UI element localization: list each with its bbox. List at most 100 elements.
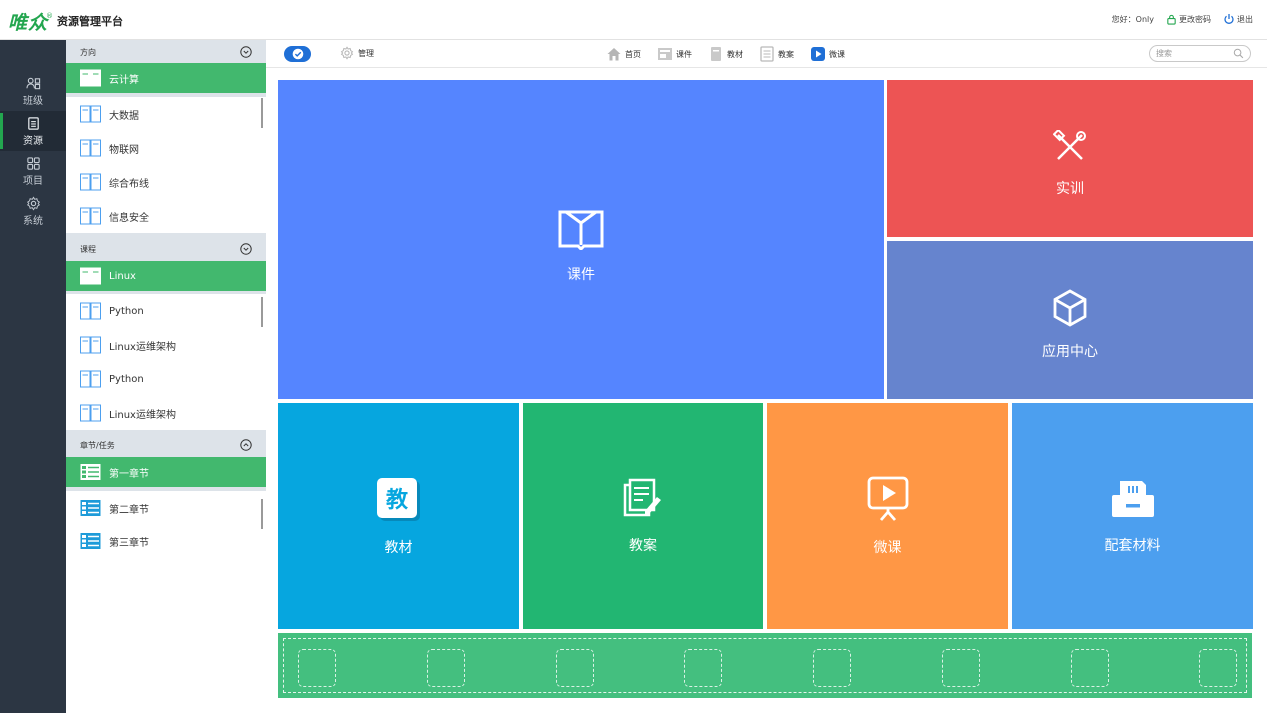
tab-lesson-plan[interactable]: 教案	[759, 46, 794, 62]
chevron-down-icon[interactable]	[240, 46, 252, 58]
tile-microlesson[interactable]: 微课	[767, 403, 1008, 629]
book-icon	[80, 267, 101, 285]
manage-button[interactable]: 管理	[340, 46, 374, 60]
left-nav: 班级 资源 项目 系统	[0, 40, 66, 713]
quick-slot[interactable]	[1071, 649, 1109, 687]
tile-label: 教案	[629, 538, 657, 554]
tab-textbook[interactable]: 教材	[708, 46, 743, 62]
nav-item-project[interactable]: 项目	[0, 151, 66, 191]
list-item-label: 云计算	[109, 74, 139, 86]
section-header-direction[interactable]: 方向	[66, 41, 266, 63]
book-icon	[80, 173, 101, 191]
book-icon	[80, 404, 101, 422]
list-item-label: Python	[109, 305, 144, 317]
scrollbar-course[interactable]	[261, 297, 263, 327]
manage-label: 管理	[358, 48, 374, 58]
quick-slot[interactable]	[813, 649, 851, 687]
book-icon	[80, 139, 101, 157]
lock-icon	[1167, 14, 1176, 25]
tab-home[interactable]: 首页	[606, 46, 641, 62]
list-item-course[interactable]: Python	[66, 294, 266, 328]
toggle-switch[interactable]	[284, 46, 311, 62]
tile-label: 应用中心	[1042, 344, 1098, 360]
scrollbar-chapter[interactable]	[261, 499, 263, 529]
chapter-list-icon	[80, 500, 101, 516]
search-placeholder: 搜索	[1156, 49, 1172, 58]
tile-lesson-plan[interactable]: 教案	[523, 403, 763, 629]
main-dashboard: 课件 实训 应用中心 教 教材 教案 微课 配套材料	[270, 72, 1260, 705]
check-icon	[292, 48, 303, 60]
tab-label: 教案	[778, 49, 794, 59]
list-item-chapter[interactable]: 第三章节	[66, 524, 266, 558]
tile-label: 配套材料	[1104, 538, 1161, 554]
nav-item-system[interactable]: 系统	[0, 191, 66, 231]
tab-label: 课件	[676, 49, 692, 59]
list-item-direction[interactable]: 综合布线	[66, 165, 266, 199]
nav-item-class[interactable]: 班级	[0, 71, 66, 111]
book-icon	[80, 370, 101, 388]
tools-icon	[1053, 129, 1086, 160]
lesson-plan-icon	[760, 46, 774, 62]
tile-app-center[interactable]: 应用中心	[887, 241, 1253, 399]
search-icon[interactable]	[1233, 48, 1244, 59]
quick-slot[interactable]	[427, 649, 465, 687]
quick-slot[interactable]	[298, 649, 336, 687]
printer-icon	[1111, 481, 1154, 517]
tile-textbook[interactable]: 教 教材	[278, 403, 519, 629]
list-item-label: 综合布线	[109, 178, 149, 190]
section-title-course: 课程	[80, 244, 96, 254]
nav-item-resource[interactable]: 资源	[0, 111, 66, 151]
chapter-list-icon	[80, 533, 101, 549]
tile-materials[interactable]: 配套材料	[1012, 403, 1253, 629]
tile-courseware[interactable]: 课件	[278, 80, 884, 399]
tile-label: 教材	[384, 540, 413, 556]
quick-slot[interactable]	[684, 649, 722, 687]
list-item-course[interactable]: Python	[66, 362, 266, 396]
search-input[interactable]: 搜索	[1149, 45, 1251, 62]
list-item-label: Linux运维架构	[109, 409, 176, 421]
book-icon	[80, 207, 101, 225]
list-item-direction[interactable]: 云计算	[66, 63, 266, 93]
list-item-direction[interactable]: 信息安全	[66, 199, 266, 233]
tile-training[interactable]: 实训	[887, 80, 1253, 237]
section-header-chapter[interactable]: 章节/任务	[66, 434, 266, 456]
grid-icon	[26, 156, 40, 170]
list-empty-area	[66, 558, 266, 713]
book-icon	[80, 105, 101, 123]
change-password-link[interactable]: 更改密码	[1166, 14, 1211, 25]
logo-registered-mark: ®	[46, 12, 54, 20]
svg-text:教: 教	[385, 487, 408, 513]
quick-slot[interactable]	[942, 649, 980, 687]
gear-icon	[340, 46, 354, 60]
list-item-direction[interactable]: 大数据	[66, 97, 266, 131]
courseware-icon	[658, 48, 672, 60]
scrollbar-direction[interactable]	[261, 98, 263, 128]
microlesson-icon	[811, 47, 825, 61]
chevron-down-icon[interactable]	[240, 243, 252, 255]
list-item-label: 第一章节	[109, 468, 149, 480]
power-icon	[1224, 14, 1234, 24]
quick-slots-frame	[283, 638, 1247, 693]
list-item-label: 第三章节	[109, 537, 149, 549]
list-item-course[interactable]: Linux	[66, 261, 266, 291]
brand-logo[interactable]: 唯众 ® 资源管理平台	[8, 9, 123, 34]
list-item-course[interactable]: Linux运维架构	[66, 396, 266, 430]
section-header-course[interactable]: 课程	[66, 238, 266, 260]
list-item-direction[interactable]: 物联网	[66, 131, 266, 165]
logout-link[interactable]: 退出	[1223, 13, 1253, 25]
settings-icon	[26, 196, 40, 210]
list-item-chapter[interactable]: 第二章节	[66, 491, 266, 525]
tab-label: 首页	[625, 49, 641, 59]
tab-microlesson[interactable]: 微课	[810, 46, 845, 62]
home-icon	[607, 48, 621, 61]
tab-courseware[interactable]: 课件	[657, 46, 692, 62]
user-greeting: 您好：Only	[1111, 14, 1154, 24]
list-item-chapter[interactable]: 第一章节	[66, 457, 266, 487]
quick-slot[interactable]	[556, 649, 594, 687]
nav-label-resource: 资源	[23, 135, 43, 147]
open-book-icon	[558, 210, 604, 250]
nav-label-system: 系统	[23, 215, 43, 227]
list-item-course[interactable]: Linux运维架构	[66, 328, 266, 362]
quick-slot[interactable]	[1199, 649, 1237, 687]
chevron-up-icon[interactable]	[240, 439, 252, 451]
